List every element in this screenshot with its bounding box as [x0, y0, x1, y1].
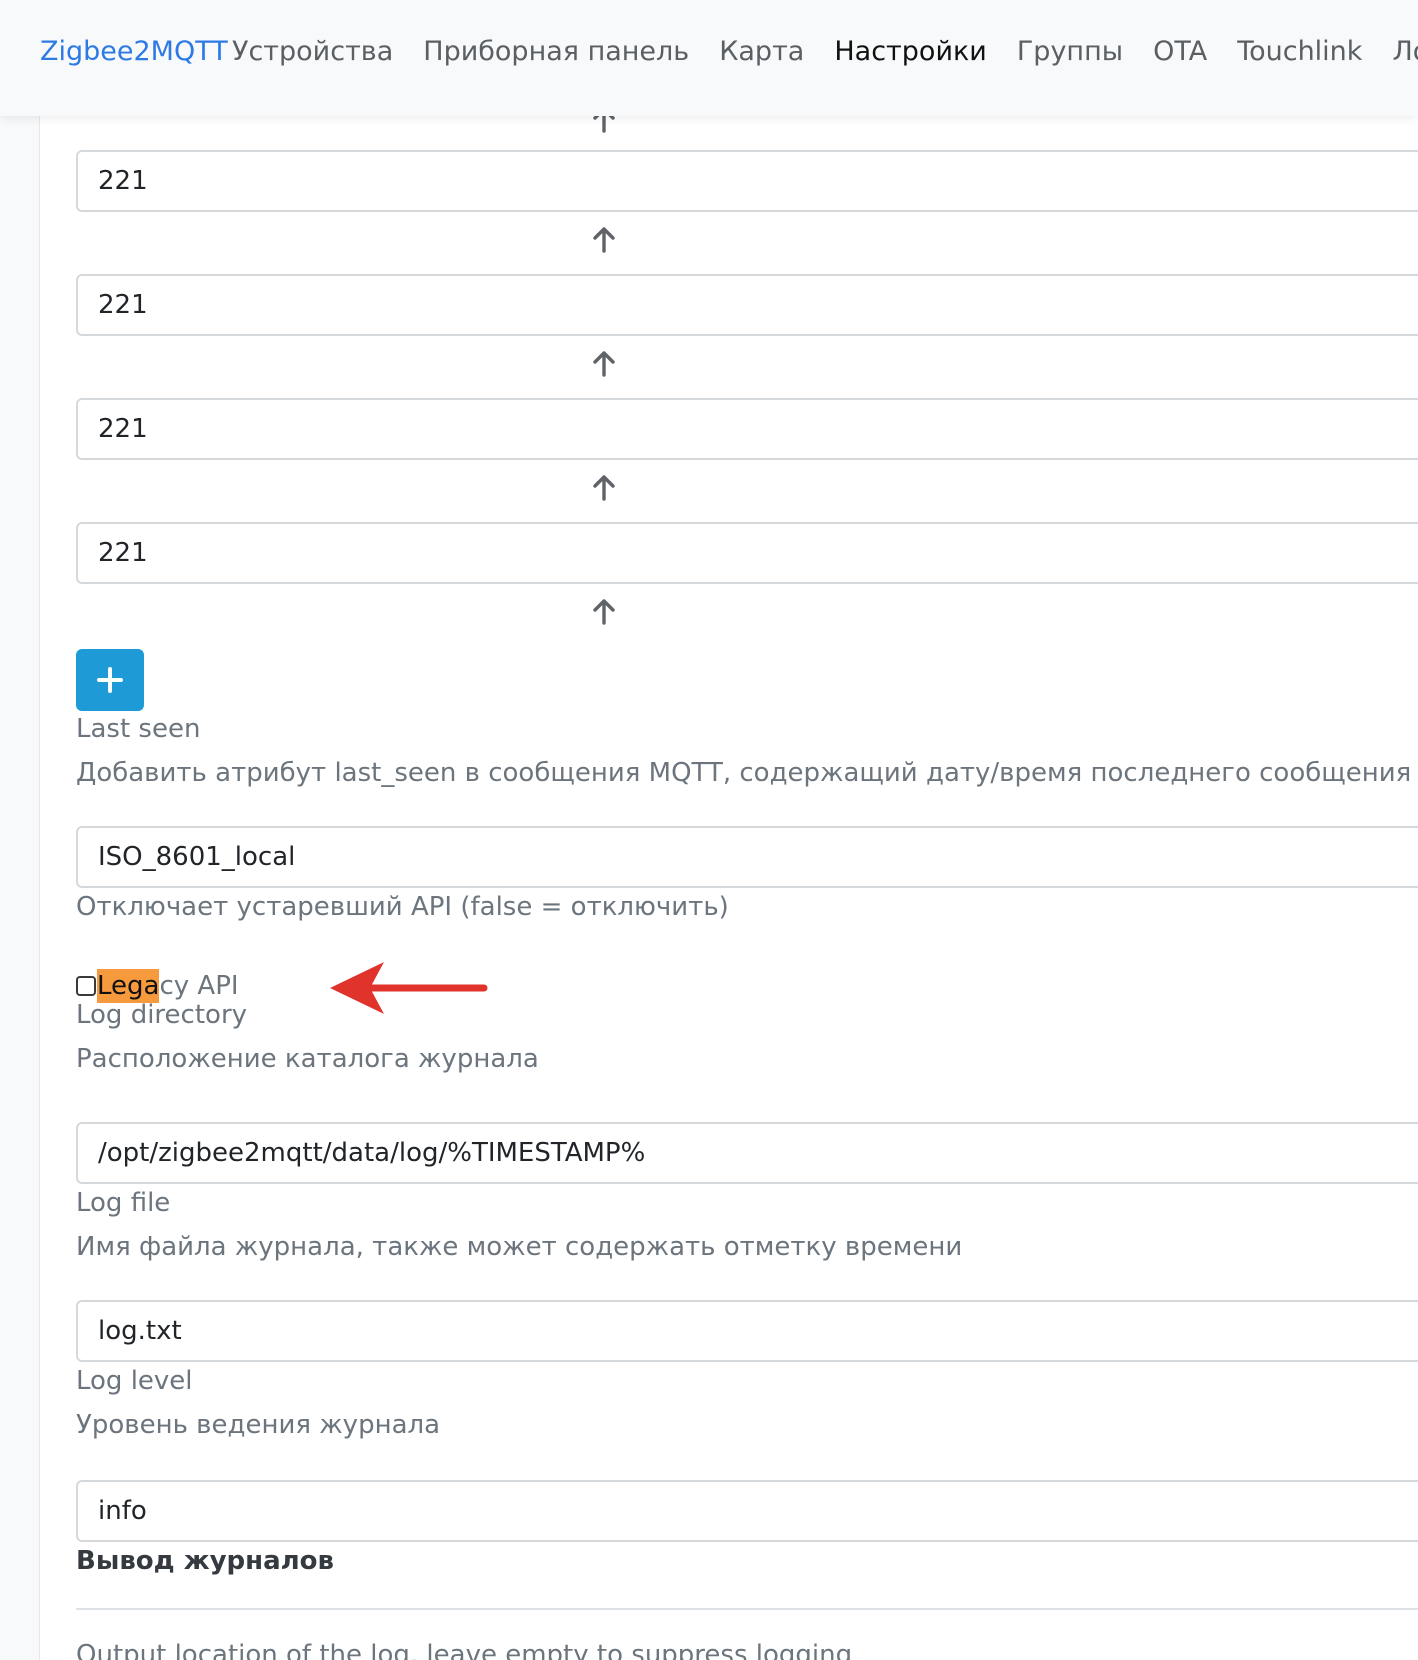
- log-level-input[interactable]: [76, 1480, 1418, 1542]
- list-value-input-4[interactable]: [76, 522, 1418, 584]
- add-item-button[interactable]: [76, 649, 144, 711]
- nav-item-settings[interactable]: Настройки: [834, 36, 986, 67]
- log-output-description: Output location of the log, leave empty …: [76, 1640, 853, 1660]
- log-level-description: Уровень ведения журнала: [76, 1410, 441, 1440]
- brand-link[interactable]: Zigbee2MQTT: [40, 36, 228, 67]
- move-up-button[interactable]: [588, 348, 620, 380]
- move-up-button[interactable]: [588, 472, 620, 504]
- log-level-title: Log level: [76, 1366, 193, 1396]
- nav-item-devices[interactable]: Устройства: [232, 36, 393, 67]
- settings-content: Last seen Добавить атрибут last_seen в с…: [40, 116, 1418, 1660]
- list-value-input-2[interactable]: [76, 274, 1418, 336]
- section-divider: [76, 1608, 1418, 1610]
- last-seen-description: Добавить атрибут last_seen в сообщения M…: [76, 758, 1418, 788]
- list-value-input-1[interactable]: [76, 150, 1418, 212]
- log-directory-input[interactable]: [76, 1122, 1418, 1184]
- nav-item-groups[interactable]: Группы: [1017, 36, 1123, 67]
- nav-item-touchlink[interactable]: Touchlink: [1237, 36, 1362, 67]
- last-seen-title: Last seen: [76, 714, 201, 744]
- arrow-up-icon: [593, 599, 615, 625]
- list-value-input-3[interactable]: [76, 398, 1418, 460]
- arrow-up-icon: [593, 227, 615, 253]
- nav-item-map[interactable]: Карта: [719, 36, 804, 67]
- log-file-description: Имя файла журнала, также может содержать…: [76, 1232, 963, 1262]
- log-output-heading: Вывод журналов: [76, 1546, 334, 1576]
- nav-item-dashboard[interactable]: Приборная панель: [423, 36, 689, 67]
- red-annotation-arrow-icon: [330, 962, 488, 1014]
- last-seen-input[interactable]: [76, 826, 1418, 888]
- log-directory-description: Расположение каталога журнала: [76, 1044, 539, 1074]
- arrow-up-icon: [593, 351, 615, 377]
- nav-item-ota[interactable]: OTA: [1153, 36, 1207, 67]
- move-up-button[interactable]: [588, 116, 620, 136]
- plus-icon: [97, 667, 123, 693]
- search-highlight: Lega: [97, 969, 160, 1003]
- arrow-up-icon: [593, 475, 615, 501]
- legacy-api-label-rest: cy API: [159, 971, 239, 1001]
- nav-item-logs[interactable]: Логи: [1392, 36, 1418, 67]
- side-rail: [0, 116, 40, 1660]
- legacy-api-row: Legacy API: [76, 968, 239, 1004]
- log-file-input[interactable]: [76, 1300, 1418, 1362]
- arrow-up-icon: [593, 116, 615, 133]
- legacy-api-checkbox[interactable]: [76, 976, 96, 996]
- log-directory-title: Log directory: [76, 1000, 248, 1030]
- move-up-button[interactable]: [588, 596, 620, 628]
- legacy-api-label[interactable]: Legacy API: [97, 969, 239, 1003]
- log-file-title: Log file: [76, 1188, 171, 1218]
- legacy-api-description: Отключает устаревший API (false = отключ…: [76, 892, 729, 922]
- top-navbar: Zigbee2MQTT Устройства Приборная панель …: [0, 0, 1418, 116]
- move-up-button[interactable]: [588, 224, 620, 256]
- nav-list: Устройства Приборная панель Карта Настро…: [232, 36, 1418, 67]
